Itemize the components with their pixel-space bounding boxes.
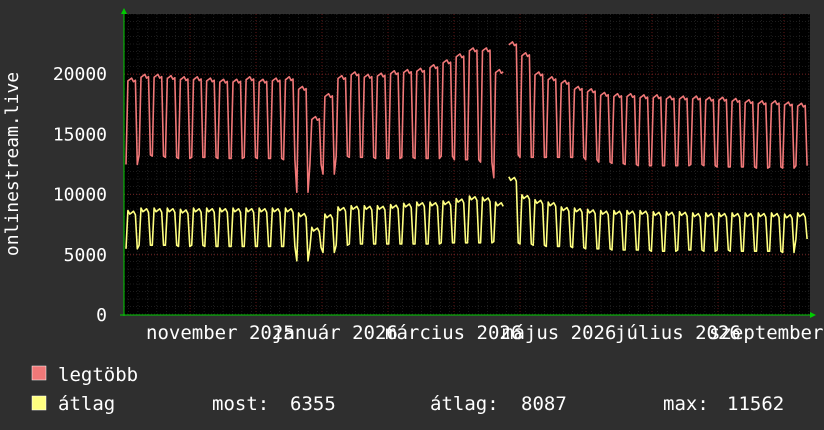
stat-most-value: 6355 <box>290 393 336 415</box>
legend-label-legtobb: legtöbb <box>58 364 138 386</box>
y-tick-label: 10000 <box>53 185 107 206</box>
x-tick-label: január 2026 <box>272 322 398 344</box>
y-tick-label: 15000 <box>53 124 107 145</box>
y-tick-label: 20000 <box>53 64 107 85</box>
legend-swatch-legtobb <box>31 365 47 381</box>
stat-atlag-value: 8087 <box>521 393 567 415</box>
chart-canvas: 0 5000 10000 15000 20000 november 2025január… <box>0 0 824 430</box>
x-tick-label: május 2026 <box>502 322 616 344</box>
legend-swatch-atlag <box>31 395 47 411</box>
stat-most-label: most: <box>212 393 269 415</box>
legend-label-atlag: átlag <box>58 393 115 415</box>
x-tick-label: szeptember <box>709 322 823 344</box>
stat-max-label: max: <box>663 393 709 415</box>
y-tick-label: 5000 <box>64 245 107 266</box>
stat-max-value: 11562 <box>727 393 784 415</box>
x-tick-labels: november 2025január 2026március 2026máju… <box>146 322 823 344</box>
stat-atlag-label: átlag: <box>430 393 499 415</box>
y-axis-label: onlinestream.live <box>2 72 23 256</box>
y-tick-label: 0 <box>96 305 107 326</box>
